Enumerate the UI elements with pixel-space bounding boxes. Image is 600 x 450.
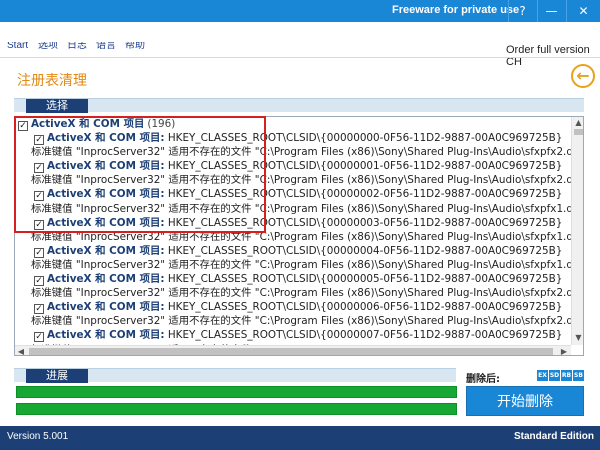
list-item[interactable]: ✓ ActiveX 和 COM 项目: HKEY_CLASSES_ROOT\CLS… [15,159,571,174]
item-checkbox[interactable]: ✓ [34,304,44,315]
item-path: HKEY_CLASSES_ROOT\CLSID\{00000001-0F56-1… [164,160,563,173]
menu-bar: Start 选项 日志 语言 帮助 Order full version CH [0,22,600,68]
menu-log[interactable]: 日志 [67,42,87,49]
scroll-up-icon[interactable]: ▲ [574,118,583,128]
horizontal-scrollbar[interactable]: ◀ ▶ [15,345,571,355]
list-item[interactable]: ✓ ActiveX 和 COM 项目: HKEY_CLASSES_ROOT\CLS… [15,328,571,343]
group-count: (196) [147,118,176,130]
progress-section-bar: 进展 [14,368,456,383]
progress-bar-1 [16,386,457,398]
selection-section-bar: 选择 [14,98,584,113]
status-bar: Version 5.001 Standard Edition [0,426,600,450]
item-checkbox[interactable]: ✓ [34,191,44,202]
horizontal-scroll-thumb[interactable] [29,348,553,355]
item-path: HKEY_CLASSES_ROOT\CLSID\{00000007-0F56-1… [164,329,563,342]
item-path: HKEY_CLASSES_ROOT\CLSID\{00000002-0F56-1… [164,188,563,201]
progress-section-label: 进展 [26,369,88,383]
item-type: ActiveX 和 COM 项目: [47,188,165,201]
item-type: ActiveX 和 COM 项目: [47,244,165,257]
registry-items-list[interactable]: ✓ ActiveX 和 COM 项目 (196) ✓ ActiveX 和 COM 项目… [14,116,584,356]
item-type: ActiveX 和 COM 项目: [47,216,165,229]
title-bar: Freeware for private use ? — ✕ [0,0,600,22]
item-path: HKEY_CLASSES_ROOT\CLSID\{00000004-0F56-1… [164,244,563,257]
freeware-text: Freeware for private use [392,4,520,16]
menu-help[interactable]: 帮助 [125,42,145,49]
list-item-description: 标准键值 "InprocServer32" 适用不存在的文件 "C:\Progr… [31,315,571,328]
item-checkbox[interactable]: ✓ [34,332,44,343]
progress-bar-2 [16,403,457,415]
list-item[interactable]: ✓ ActiveX 和 COM 项目: HKEY_CLASSES_ROOT\CLS… [15,131,571,146]
back-arrow-icon[interactable]: ← [571,64,595,88]
option-sd-icon[interactable]: SD [549,370,560,381]
item-path: HKEY_CLASSES_ROOT\CLSID\{00000005-0F56-1… [164,273,563,286]
item-type: ActiveX 和 COM 项目: [47,301,165,314]
menu-start[interactable]: Start [7,42,28,49]
list-item[interactable]: ✓ ActiveX 和 COM 项目: HKEY_CLASSES_ROOT\CLS… [15,244,571,258]
edition-text: Standard Edition [514,431,594,442]
vertical-scroll-thumb[interactable] [574,129,583,135]
list-item[interactable]: ✓ ActiveX 和 COM 项目: HKEY_CLASSES_ROOT\CLS… [15,187,571,202]
item-checkbox[interactable]: ✓ [34,247,44,258]
group-title: ActiveX 和 COM 项目 [31,118,145,130]
option-sb-icon[interactable]: SB [573,370,584,381]
item-type: ActiveX 和 COM 项目: [47,273,165,286]
item-checkbox[interactable]: ✓ [34,163,44,174]
list-item-description: 标准键值 "InprocServer32" 适用不存在的文件 "C:\Progr… [31,287,571,300]
list-content: ✓ ActiveX 和 COM 项目 (196) ✓ ActiveX 和 COM 项目… [15,117,571,345]
list-item-description: 标准键值 "InprocServer32" 适用不存在的文件 "C:\Progr… [31,202,571,215]
scroll-right-icon[interactable]: ▶ [559,346,569,355]
menu-language[interactable]: 语言 [96,42,116,49]
item-path: HKEY_CLASSES_ROOT\CLSID\{00000000-0F56-1… [164,132,563,145]
item-path: HKEY_CLASSES_ROOT\CLSID\{00000003-0F56-1… [164,216,563,229]
list-item-description: 标准键值 "InprocServer32" 适用不存在的文件 "C:\Progr… [31,174,571,187]
list-item[interactable]: ✓ ActiveX 和 COM 项目: HKEY_CLASSES_ROOT\CLS… [15,216,571,230]
start-delete-button[interactable]: 开始删除 [466,386,584,416]
scroll-down-icon[interactable]: ▼ [574,333,583,343]
close-button[interactable]: ✕ [566,0,600,22]
item-checkbox[interactable]: ✓ [34,135,44,146]
menu-divider [0,57,600,58]
help-button[interactable]: ? [508,0,536,22]
version-text: Version 5.001 [7,431,69,442]
list-item[interactable]: ✓ ActiveX 和 COM 项目: HKEY_CLASSES_ROOT\CLS… [15,272,571,287]
item-path: HKEY_CLASSES_ROOT\CLSID\{00000006-0F56-1… [164,301,563,314]
item-type: ActiveX 和 COM 项目: [47,329,165,342]
group-row[interactable]: ✓ ActiveX 和 COM 项目 (196) [15,117,571,131]
after-delete-label: 删除后: [466,374,500,385]
menu-options[interactable]: 选项 [38,42,58,49]
page-title: 注册表清理 [17,73,87,89]
scroll-left-icon[interactable]: ◀ [16,346,26,355]
list-item[interactable]: ✓ ActiveX 和 COM 项目: HKEY_CLASSES_ROOT\CLS… [15,300,571,315]
option-ex-icon[interactable]: EX [537,370,548,381]
item-checkbox[interactable]: ✓ [34,276,44,287]
vertical-scrollbar[interactable]: ▲ ▼ [571,117,583,345]
list-item-description: 标准键值 "InprocServer32" 适用不存在的文件 "C:\Progr… [31,146,571,159]
option-rb-icon[interactable]: RB [561,370,572,381]
item-checkbox[interactable]: ✓ [34,219,44,230]
minimize-button[interactable]: — [537,0,565,22]
group-checkbox[interactable]: ✓ [18,121,28,131]
item-type: ActiveX 和 COM 项目: [47,160,165,173]
list-item-description: 标准键值 "InprocServer32" 适用不存在的文件 "C:\Progr… [31,258,571,271]
item-type: ActiveX 和 COM 项目: [47,132,165,145]
list-item-description: 标准键值 "InprocServer32" 适用不存在的文件 "C:\Progr… [31,230,571,243]
selection-section-label: 选择 [26,99,88,113]
